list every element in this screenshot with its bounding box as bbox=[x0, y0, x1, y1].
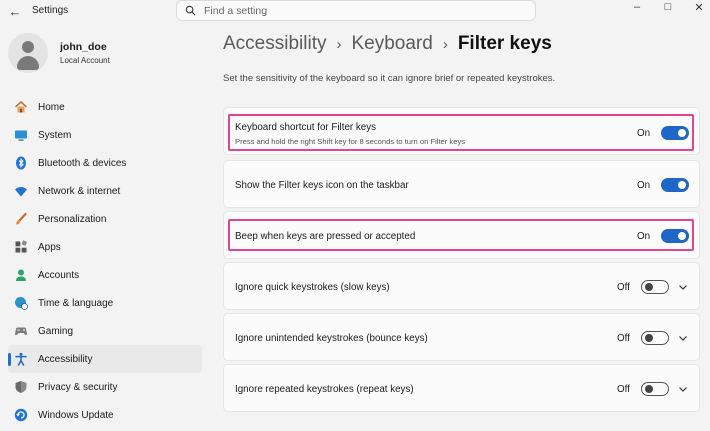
sidebar-item-accounts[interactable]: Accounts bbox=[8, 261, 202, 289]
update-icon bbox=[14, 408, 28, 422]
sidebar-item-label: Privacy & security bbox=[38, 381, 118, 393]
sidebar-item-label: Bluetooth & devices bbox=[38, 157, 127, 169]
sidebar-item-label: Accounts bbox=[38, 269, 80, 281]
brush-icon bbox=[14, 212, 28, 226]
sidebar-item-system[interactable]: System bbox=[8, 121, 202, 149]
accessibility-icon bbox=[14, 352, 28, 366]
user-profile[interactable]: john_doe Local Account bbox=[8, 33, 110, 73]
sidebar-item-accessibility[interactable]: Accessibility bbox=[8, 345, 202, 373]
sidebar-item-label: System bbox=[38, 129, 72, 141]
sidebar-item-windows-update[interactable]: Windows Update bbox=[8, 401, 202, 429]
sidebar-item-time-language[interactable]: Time & language bbox=[8, 289, 202, 317]
setting-title: Show the Filter keys icon on the taskbar bbox=[235, 180, 409, 191]
sidebar-item-label: Windows Update bbox=[38, 409, 114, 421]
breadcrumb-separator-icon: › bbox=[336, 36, 342, 53]
setting-title: Ignore repeated keystrokes (repeat keys) bbox=[235, 384, 414, 395]
account-type: Local Account bbox=[60, 56, 110, 65]
chevron-down-icon[interactable] bbox=[677, 281, 689, 293]
sidebar-item-home[interactable]: Home bbox=[8, 93, 202, 121]
close-button[interactable]: ✕ bbox=[682, 0, 710, 14]
taskbar-icon-toggle[interactable] bbox=[661, 178, 689, 192]
user-name: john_doe bbox=[60, 41, 107, 53]
sidebar-item-label: Home bbox=[38, 101, 65, 113]
highlight-box-keyboard-shortcut bbox=[228, 114, 694, 151]
title-bar: ← Settings – □ ✕ bbox=[0, 0, 710, 24]
toggle-state-label: On bbox=[637, 180, 651, 191]
setting-title: Ignore quick keystrokes (slow keys) bbox=[235, 282, 390, 293]
bluetooth-icon bbox=[14, 156, 28, 170]
person-icon bbox=[14, 268, 28, 282]
search-input[interactable] bbox=[204, 4, 504, 17]
setting-card-slow-keys[interactable]: Ignore quick keystrokes (slow keys) Off bbox=[223, 262, 700, 310]
sidebar-item-network[interactable]: Network & internet bbox=[8, 177, 202, 205]
sidebar-item-label: Network & internet bbox=[38, 185, 121, 197]
highlight-box-beep bbox=[228, 219, 694, 251]
chevron-down-icon[interactable] bbox=[677, 383, 689, 395]
toggle-state-label: Off bbox=[617, 384, 630, 395]
back-arrow-icon[interactable]: ← bbox=[6, 2, 24, 20]
search-icon bbox=[185, 5, 196, 16]
page-title: Filter keys bbox=[457, 33, 552, 54]
setting-card-taskbar-icon: Show the Filter keys icon on the taskbar… bbox=[223, 160, 700, 208]
sidebar-nav: Home System Bluetooth & devices Network … bbox=[8, 93, 202, 429]
breadcrumb-keyboard[interactable]: Keyboard bbox=[351, 33, 432, 55]
globe-clock-icon bbox=[14, 296, 28, 310]
breadcrumb-separator-icon: › bbox=[442, 36, 448, 53]
sidebar-item-privacy[interactable]: Privacy & security bbox=[8, 373, 202, 401]
wifi-icon bbox=[14, 184, 28, 198]
toggle-state-label: Off bbox=[617, 333, 630, 344]
avatar bbox=[8, 33, 48, 73]
breadcrumb: Accessibility › Keyboard › Filter keys bbox=[223, 33, 552, 55]
toggle-state-label: Off bbox=[617, 282, 630, 293]
sidebar-item-apps[interactable]: Apps bbox=[8, 233, 202, 261]
setting-title: Ignore unintended keystrokes (bounce key… bbox=[235, 333, 428, 344]
shield-icon bbox=[14, 380, 28, 394]
sidebar-item-label: Personalization bbox=[38, 213, 107, 225]
sidebar-item-personalization[interactable]: Personalization bbox=[8, 205, 202, 233]
sidebar-item-bluetooth[interactable]: Bluetooth & devices bbox=[8, 149, 202, 177]
search-box[interactable] bbox=[176, 0, 536, 21]
sidebar-item-label: Time & language bbox=[38, 297, 114, 309]
sidebar-item-label: Gaming bbox=[38, 325, 74, 337]
sidebar-item-label: Accessibility bbox=[38, 353, 93, 365]
monitor-icon bbox=[14, 128, 28, 142]
setting-card-bounce-keys[interactable]: Ignore unintended keystrokes (bounce key… bbox=[223, 313, 700, 361]
chevron-down-icon[interactable] bbox=[677, 332, 689, 344]
page-description: Set the sensitivity of the keyboard so i… bbox=[223, 73, 556, 84]
apps-icon bbox=[14, 240, 28, 254]
slow-keys-toggle[interactable] bbox=[641, 280, 669, 294]
sidebar-item-label: Apps bbox=[38, 241, 61, 253]
gamepad-icon bbox=[14, 324, 28, 338]
maximize-button[interactable]: □ bbox=[651, 0, 685, 14]
minimize-button[interactable]: – bbox=[620, 0, 654, 14]
sidebar-item-gaming[interactable]: Gaming bbox=[8, 317, 202, 345]
setting-card-repeat-keys[interactable]: Ignore repeated keystrokes (repeat keys)… bbox=[223, 364, 700, 412]
bounce-keys-toggle[interactable] bbox=[641, 331, 669, 345]
breadcrumb-accessibility[interactable]: Accessibility bbox=[223, 33, 326, 55]
app-title: Settings bbox=[32, 5, 69, 16]
home-icon bbox=[14, 100, 28, 114]
repeat-keys-toggle[interactable] bbox=[641, 382, 669, 396]
